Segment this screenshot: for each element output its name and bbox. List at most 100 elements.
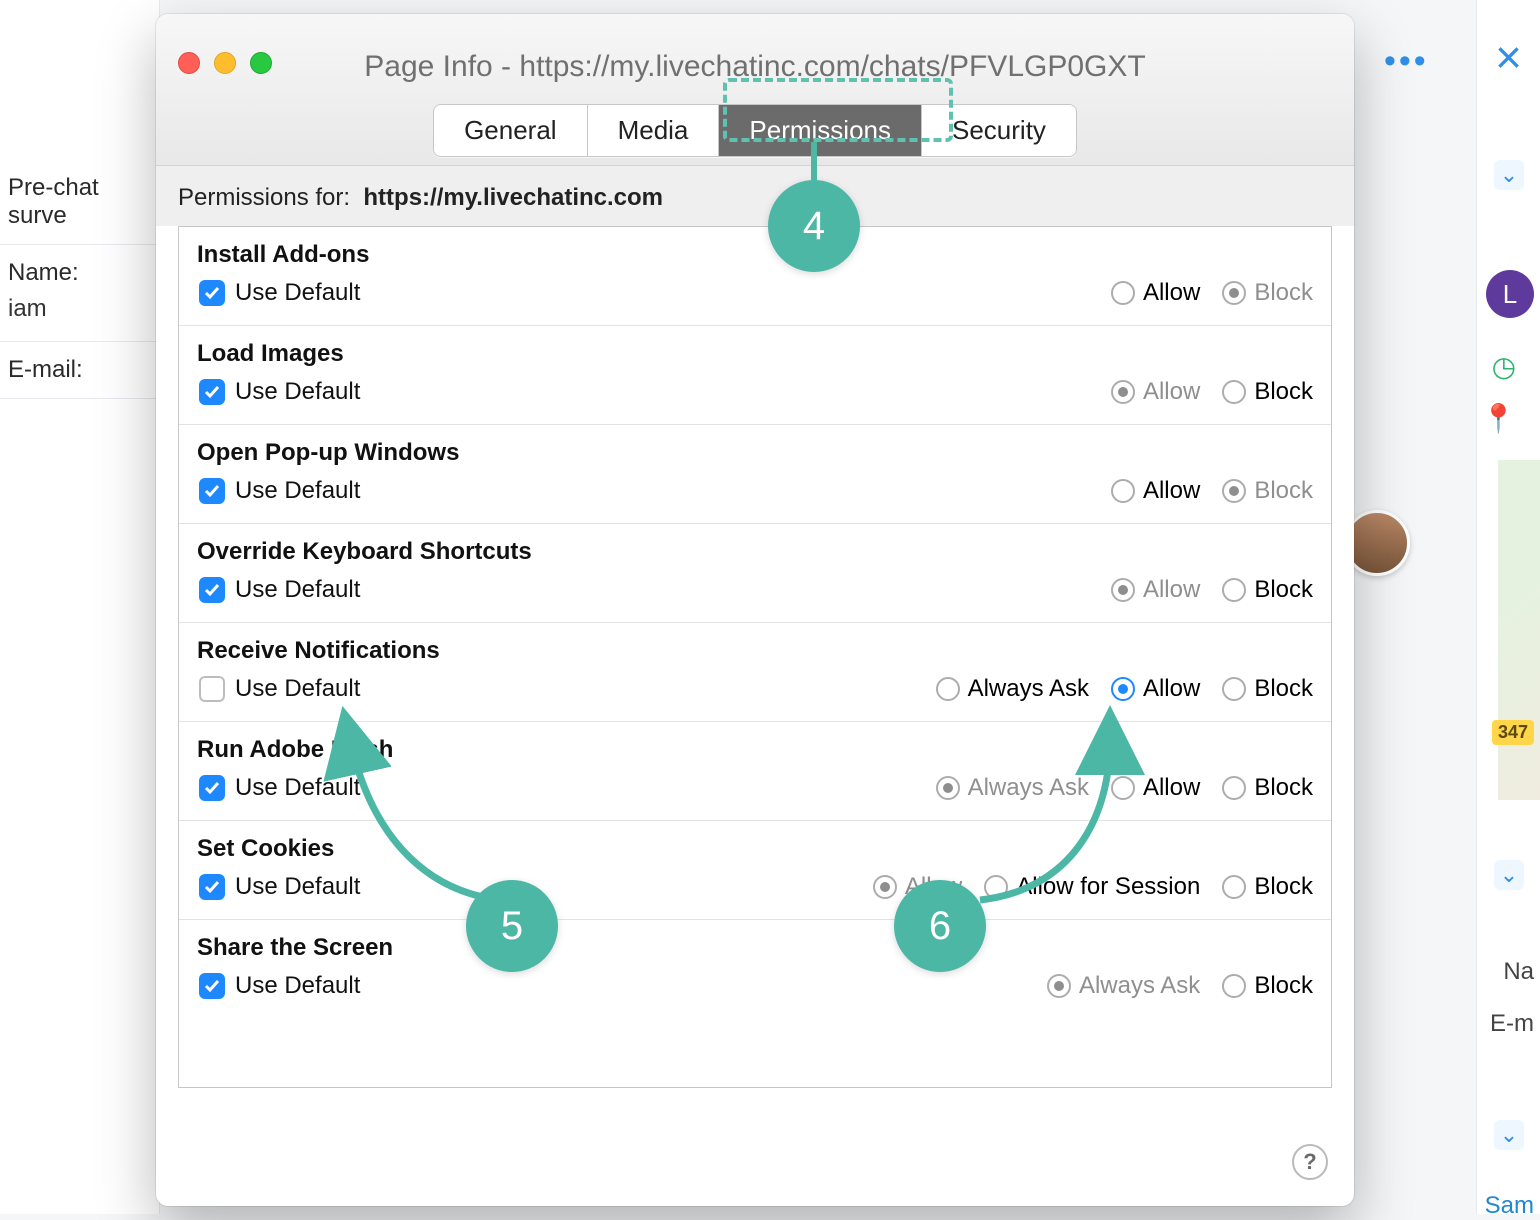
background-left-panel: Pre-chat surve Name: iam E-mail: [0,0,160,1214]
window-title: Page Info - https://my.livechatinc.com/c… [156,14,1354,84]
name-value: iam [0,293,159,333]
right-email-label: E-m [1490,1010,1534,1038]
radio-icon [936,677,960,701]
checkbox-icon [199,973,225,999]
permission-option-label: Allow [905,873,962,901]
chevron-down-icon[interactable]: ⌄ [1494,860,1524,890]
permission-option: Allow [873,873,962,901]
permission-option[interactable]: Allow [1111,477,1200,505]
permission-options: Always Ask Block [1047,972,1313,1000]
chevron-down-icon[interactable]: ⌄ [1494,160,1524,190]
permission-option[interactable]: Allow [1111,279,1200,307]
permission-title: Install Add-ons [197,241,1313,269]
permission-option: Allow [1111,576,1200,604]
radio-icon [1222,776,1246,800]
permission-options: Always Ask Allow Block [936,774,1313,802]
window-controls [178,52,272,74]
use-default-checkbox[interactable]: Use Default [199,576,360,604]
close-window-button[interactable] [178,52,200,74]
radio-icon [1111,677,1135,701]
permission-row: Set CookiesUse DefaultAllowAllow for Ses… [179,820,1331,919]
permission-title: Open Pop-up Windows [197,439,1313,467]
prechat-survey-label: Pre-chat surve [0,168,159,236]
permission-option-label: Block [1254,477,1313,505]
radio-icon [1222,281,1246,305]
permission-options: Allow Block [1111,378,1313,406]
use-default-label: Use Default [235,576,360,604]
permission-row: Receive NotificationsUse DefaultAlways A… [179,622,1331,721]
permission-option-label: Block [1254,279,1313,307]
checkbox-icon [199,280,225,306]
permission-option[interactable]: Block [1222,675,1313,703]
permission-options: Allow Block [1111,576,1313,604]
close-icon[interactable]: × [1495,30,1522,84]
permission-option: Always Ask [936,774,1089,802]
help-button[interactable]: ? [1292,1144,1328,1180]
permission-option-label: Allow [1143,477,1200,505]
use-default-checkbox[interactable]: Use Default [199,774,360,802]
checkbox-icon [199,379,225,405]
checkbox-icon [199,577,225,603]
tab-permissions[interactable]: Permissions [718,105,921,156]
minimize-window-button[interactable] [214,52,236,74]
tabstrip: General Media Permissions Security [156,104,1354,157]
permission-options: Allow Block [1111,477,1313,505]
map-thumbnail [1498,460,1540,800]
use-default-checkbox[interactable]: Use Default [199,675,360,703]
permission-option[interactable]: Allow [1111,675,1200,703]
permission-row: Load Images Use Default Allow Block [179,325,1331,424]
radio-icon [1047,974,1071,998]
checkbox-icon [199,775,225,801]
checkbox-icon [199,676,225,702]
permission-option[interactable]: Block [1222,576,1313,604]
permission-options: Always Ask Allow Block [936,675,1313,703]
map-pin-icon: 📍 [1481,402,1516,435]
permission-option-label: Allow [1143,576,1200,604]
tab-media[interactable]: Media [587,105,719,156]
tab-general[interactable]: General [434,105,587,156]
permission-option-label: Allow [1143,378,1200,406]
permission-option: Allow [1111,378,1200,406]
use-default-checkbox[interactable]: Use Default [199,477,360,505]
permission-option-label: Allow [1143,774,1200,802]
use-default-checkbox[interactable]: Use Default [199,972,360,1000]
name-label: Name: [0,253,159,293]
use-default-checkbox[interactable]: Use Default [199,279,360,307]
avatar[interactable]: L [1486,270,1534,318]
use-default-checkbox[interactable]: Use Default [199,873,360,901]
titlebar: Page Info - https://my.livechatinc.com/c… [156,14,1354,166]
more-dots-icon[interactable]: ••• [1384,42,1429,81]
permission-option-label: Allow [1143,675,1200,703]
radio-icon [1222,578,1246,602]
permission-option[interactable]: Block [1222,378,1313,406]
permission-option-label: Block [1254,972,1313,1000]
permission-option-label: Block [1254,576,1313,604]
radio-icon [1222,875,1246,899]
permissions-for: Permissions for: https://my.livechatinc.… [156,166,1354,226]
permission-option-label: Block [1254,675,1313,703]
radio-icon [1111,776,1135,800]
permission-option-label: Always Ask [968,675,1089,703]
zoom-window-button[interactable] [250,52,272,74]
permission-title: Load Images [197,340,1313,368]
permission-row: Share the ScreenUse DefaultAlways AskBlo… [179,919,1331,1018]
permission-option[interactable]: Block [1222,873,1313,901]
permission-option: Always Ask [1047,972,1200,1000]
permission-option-label: Block [1254,873,1313,901]
permission-option[interactable]: Block [1222,774,1313,802]
radio-icon [1222,677,1246,701]
permission-option[interactable]: Always Ask [936,675,1089,703]
use-default-label: Use Default [235,972,360,1000]
chevron-down-icon[interactable]: ⌄ [1494,1120,1524,1150]
permission-option[interactable]: Allow for Session [984,873,1200,901]
permission-option: Block [1222,279,1313,307]
radio-icon [1222,380,1246,404]
sam-link[interactable]: Sam [1485,1192,1534,1220]
permission-option[interactable]: Block [1222,972,1313,1000]
background-right-panel: × ⌄ L ◷ 📍 347 ⌄ Na E-m ⌄ Sam [1476,0,1540,1214]
tab-security[interactable]: Security [921,105,1076,156]
permission-option: Block [1222,477,1313,505]
permission-option[interactable]: Allow [1111,774,1200,802]
permission-option-label: Block [1254,774,1313,802]
use-default-checkbox[interactable]: Use Default [199,378,360,406]
